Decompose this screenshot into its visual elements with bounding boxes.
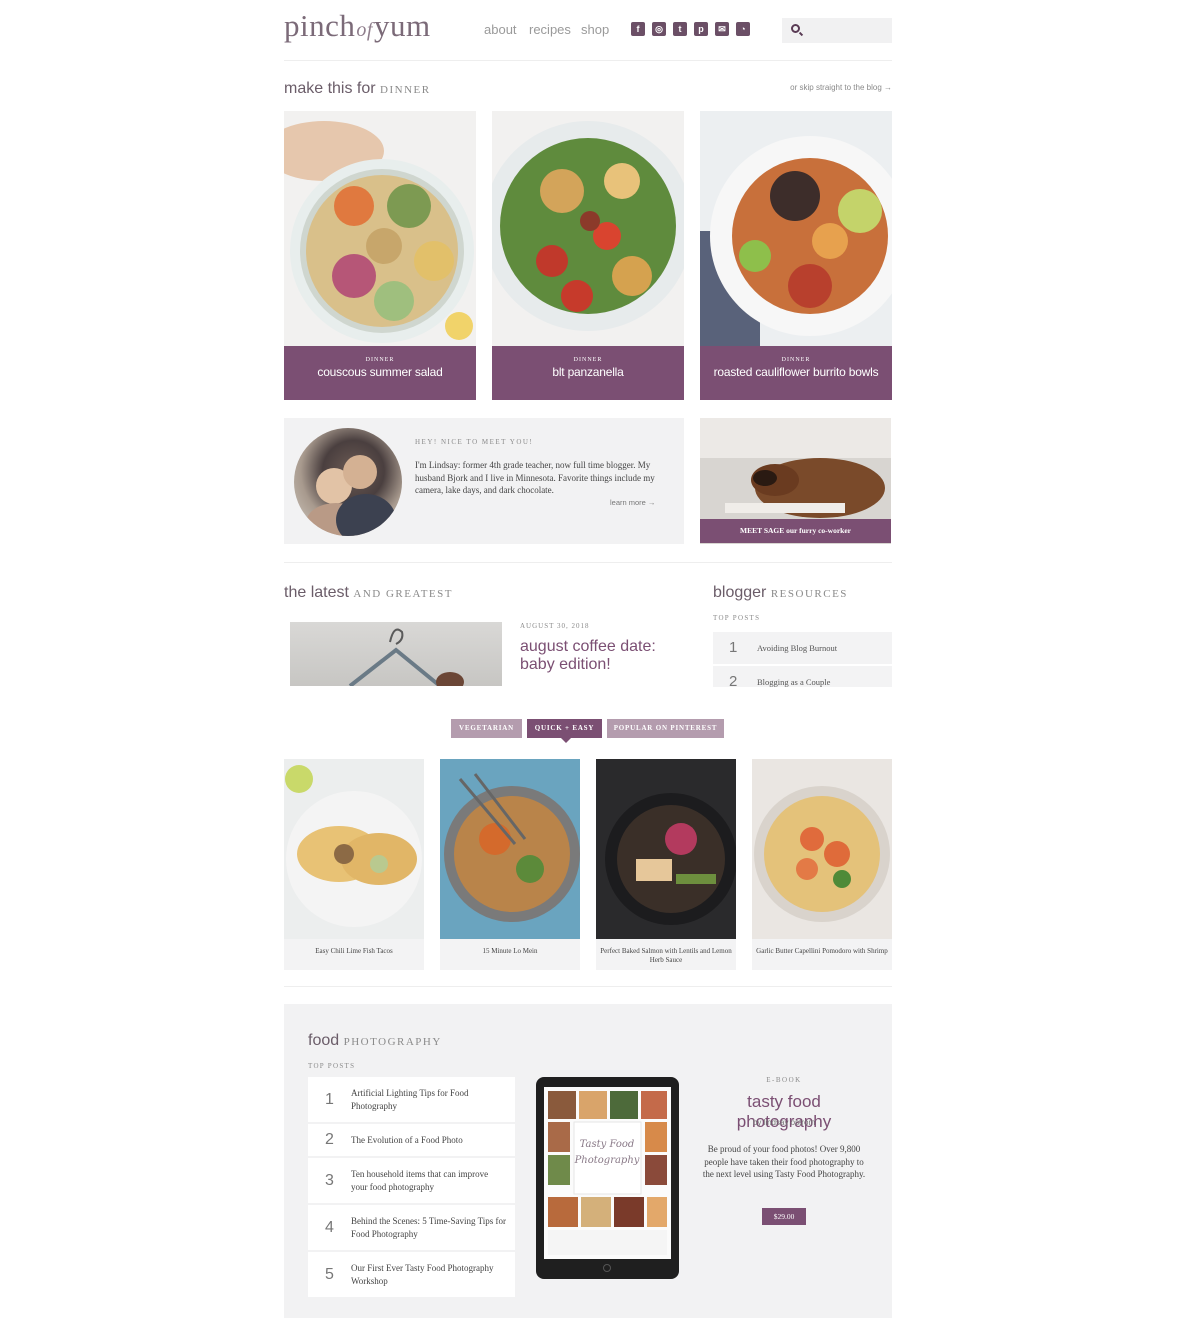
recipe-title: Perfect Baked Salmon with Lentils and Le… <box>600 947 732 964</box>
dinner-card-panzanella[interactable]: DINNER blt panzanella <box>492 111 684 400</box>
ebook-price-button[interactable]: $29.00 <box>762 1208 806 1225</box>
fish-tacos-photo <box>284 759 424 939</box>
nav-shop[interactable]: shop <box>581 22 609 37</box>
search-icon <box>791 24 800 33</box>
recipe-card[interactable]: Easy Chili Lime Fish Tacos <box>284 759 424 970</box>
recipe-title: 15 Minute Lo Mein <box>482 947 538 955</box>
fp-post-item[interactable]: 2 The Evolution of a Food Photo <box>308 1124 515 1156</box>
dinner-card-burrito-bowls[interactable]: DINNER roasted cauliflower burrito bowls <box>700 111 892 400</box>
fp-post-item[interactable]: 3 Ten household items that can improve y… <box>308 1158 515 1203</box>
card-category: DINNER <box>365 357 395 363</box>
search-input[interactable] <box>782 18 892 43</box>
svg-text:Tasty Food: Tasty Food <box>580 1139 635 1150</box>
site-logo[interactable]: pinchofyum <box>284 8 431 44</box>
lo-mein-photo <box>440 759 580 939</box>
about-body: I'm Lindsay: former 4th grade teacher, n… <box>415 460 655 495</box>
panzanella-photo <box>492 111 684 346</box>
email-icon[interactable]: ✉ <box>715 22 729 36</box>
card-title: roasted cauliflower burrito bowls <box>713 365 879 379</box>
twitter-icon[interactable]: t <box>673 22 687 36</box>
ebook-author: by lindsay ostrom <box>752 1118 816 1127</box>
rss-icon[interactable]: ◔ <box>736 22 750 36</box>
dinner-section-title: make this for dinner <box>284 80 431 97</box>
ebook-label: E-BOOK <box>766 1076 802 1084</box>
pinterest-icon[interactable]: p <box>694 22 708 36</box>
facebook-icon[interactable]: f <box>631 22 645 36</box>
card-category: DINNER <box>573 357 603 363</box>
card-title: couscous summer salad <box>317 365 443 379</box>
nav-recipes[interactable]: recipes <box>529 22 571 37</box>
header-divider <box>284 60 892 61</box>
post-date: AUGUST 30, 2018 <box>520 622 590 630</box>
fp-post-item[interactable]: 1 Artificial Lighting Tips for Food Phot… <box>308 1077 515 1122</box>
ebook-cover: Tasty Food Photography <box>544 1087 671 1259</box>
recipe-title: Garlic Butter Capellini Pomodoro with Sh… <box>756 947 888 955</box>
dinner-card-couscous[interactable]: DINNER couscous summer salad <box>284 111 476 400</box>
recipe-title: Easy Chili Lime Fish Tacos <box>315 947 393 955</box>
learn-more-link[interactable]: learn more → <box>610 498 655 507</box>
about-heading: HEY! NICE TO MEET YOU! <box>415 438 534 446</box>
recipe-card[interactable]: Garlic Butter Capellini Pomodoro with Sh… <box>752 759 892 970</box>
recipe-card[interactable]: Perfect Baked Salmon with Lentils and Le… <box>596 759 736 970</box>
screenshot-gap <box>0 687 1203 711</box>
logo-pinch: pinch <box>284 8 356 43</box>
resource-item[interactable]: 1 Avoiding Blog Burnout <box>713 632 892 664</box>
tab-vegetarian[interactable]: VEGETARIAN <box>451 719 522 738</box>
latest-section-title: the latest and greatest <box>284 584 453 601</box>
author-avatar <box>294 428 402 536</box>
meet-sage-caption[interactable]: MEET SAGE our furry co-worker <box>700 519 891 543</box>
ebook-description: Be proud of your food photos! Over 9,800… <box>702 1144 866 1179</box>
fp-post-item[interactable]: 5 Our First Ever Tasty Food Photography … <box>308 1252 515 1297</box>
nav-about[interactable]: about <box>484 22 517 37</box>
tab-quick-easy[interactable]: QUICK + EASY <box>527 719 602 743</box>
fp-post-item[interactable]: 4 Behind the Scenes: 5 Time-Saving Tips … <box>308 1205 515 1250</box>
salmon-lentils-photo <box>596 759 736 939</box>
section-divider <box>284 986 892 987</box>
capellini-shrimp-photo <box>752 759 892 939</box>
svg-text:Photography: Photography <box>574 1155 640 1166</box>
card-title: blt panzanella <box>552 365 624 379</box>
latest-post-image[interactable] <box>290 622 502 686</box>
burrito-bowl-photo <box>700 111 892 346</box>
instagram-icon[interactable]: ◎ <box>652 22 666 36</box>
fp-top-posts-label: TOP POSTS <box>308 1062 356 1070</box>
resources-section-title: blogger resources <box>713 584 848 601</box>
recipe-card[interactable]: 15 Minute Lo Mein <box>440 759 580 970</box>
resources-top-posts-label: TOP POSTS <box>713 614 761 622</box>
post-title-link[interactable]: august coffee date: baby edition! <box>520 638 690 674</box>
section-divider <box>284 562 892 563</box>
couscous-salad-photo <box>284 111 476 346</box>
card-category: DINNER <box>781 357 811 363</box>
food-photography-title: food photography <box>308 1032 442 1049</box>
logo-yum: yum <box>373 8 431 43</box>
tab-popular-pinterest[interactable]: POPULAR ON PINTEREST <box>607 719 724 738</box>
logo-of: of <box>356 19 373 41</box>
skip-to-blog-link[interactable]: or skip straight to the blog → <box>760 83 892 92</box>
tablet-home-button <box>603 1264 611 1272</box>
